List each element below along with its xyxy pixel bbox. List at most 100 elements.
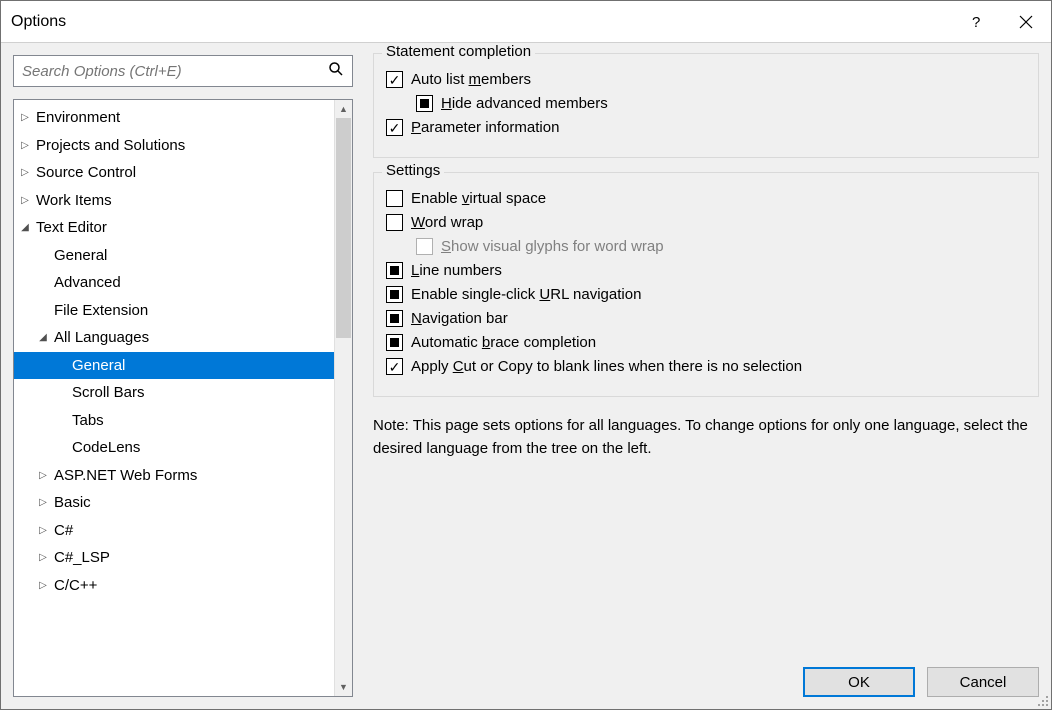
tree-item-label: C#_LSP	[50, 549, 110, 566]
right-panel: Statement completion ✓ Auto list members…	[357, 43, 1051, 709]
checkbox-hide-advanced[interactable]: Hide advanced members	[386, 95, 1026, 112]
chevron-down-icon[interactable]: ◢	[18, 222, 32, 233]
checkbox-label: Hide advanced members	[441, 95, 608, 112]
scroll-up-icon[interactable]: ▲	[335, 100, 352, 118]
cancel-button[interactable]: Cancel	[927, 667, 1039, 697]
tree-item[interactable]: General	[14, 242, 334, 270]
tree-item[interactable]: ▷Projects and Solutions	[14, 132, 334, 160]
tree-item-label: General	[68, 357, 125, 374]
search-input[interactable]	[22, 63, 320, 80]
tree-item-label: C#	[50, 522, 73, 539]
tree-item[interactable]: ▷C#_LSP	[14, 544, 334, 572]
tree-item-label: ASP.NET Web Forms	[50, 467, 197, 484]
checkbox-icon	[416, 95, 433, 112]
tree-item[interactable]: ◢Text Editor	[14, 214, 334, 242]
tree-item[interactable]: CodeLens	[14, 434, 334, 462]
options-tree[interactable]: ▷Environment▷Projects and Solutions▷Sour…	[14, 100, 334, 696]
checkbox-show-glyphs: Show visual glyphs for word wrap	[386, 238, 1026, 255]
checkbox-label: Parameter information	[411, 119, 559, 136]
resize-grip-icon[interactable]	[1035, 693, 1049, 707]
button-bar: OK Cancel	[803, 667, 1039, 697]
tree-item-label: Tabs	[68, 412, 104, 429]
scroll-down-icon[interactable]: ▼	[335, 678, 352, 696]
tree-item[interactable]: ▷Environment	[14, 104, 334, 132]
left-panel: ▷Environment▷Projects and Solutions▷Sour…	[1, 43, 357, 709]
tree-item[interactable]: File Extension	[14, 297, 334, 325]
options-dialog: Options ? ▷Environment▷Projects and Solu…	[0, 0, 1052, 710]
tree-item[interactable]: ▷Work Items	[14, 187, 334, 215]
checkbox-auto-list-members[interactable]: ✓ Auto list members	[386, 71, 1026, 88]
checkbox-label: Word wrap	[411, 214, 483, 231]
checkbox-label: Auto list members	[411, 71, 531, 88]
tree-item-label: General	[50, 247, 107, 264]
chevron-right-icon[interactable]: ▷	[36, 525, 50, 536]
chevron-right-icon[interactable]: ▷	[18, 195, 32, 206]
tree-item[interactable]: General	[14, 352, 334, 380]
chevron-right-icon[interactable]: ▷	[18, 112, 32, 123]
chevron-right-icon[interactable]: ▷	[36, 580, 50, 591]
search-box[interactable]	[13, 55, 353, 87]
dialog-content: ▷Environment▷Projects and Solutions▷Sour…	[1, 43, 1051, 709]
tree-item[interactable]: Scroll Bars	[14, 379, 334, 407]
tree-item-label: Environment	[32, 109, 120, 126]
group-statement-completion: Statement completion ✓ Auto list members…	[373, 53, 1039, 158]
checkbox-icon	[386, 334, 403, 351]
checkbox-parameter-info[interactable]: ✓ Parameter information	[386, 119, 1026, 136]
tree-item[interactable]: ▷Source Control	[14, 159, 334, 187]
tree-item-label: Source Control	[32, 164, 136, 181]
window-title: Options	[11, 13, 66, 31]
tree-item-label: Projects and Solutions	[32, 137, 185, 154]
chevron-right-icon[interactable]: ▷	[18, 140, 32, 151]
chevron-right-icon[interactable]: ▷	[36, 552, 50, 563]
checkbox-icon	[386, 286, 403, 303]
tree-item-label: All Languages	[50, 329, 149, 346]
checkbox-navigation-bar[interactable]: Navigation bar	[386, 310, 1026, 327]
checkbox-virtual-space[interactable]: Enable virtual space	[386, 190, 1026, 207]
group-settings: Settings Enable virtual space Word wrap …	[373, 172, 1039, 397]
checkbox-brace-completion[interactable]: Automatic brace completion	[386, 334, 1026, 351]
chevron-down-icon[interactable]: ◢	[36, 332, 50, 343]
tree-item[interactable]: Advanced	[14, 269, 334, 297]
checkbox-label: Enable virtual space	[411, 190, 546, 207]
checkbox-icon: ✓	[386, 119, 403, 136]
checkbox-icon: ✓	[386, 71, 403, 88]
checkbox-label: Navigation bar	[411, 310, 508, 327]
tree-item-label: C/C++	[50, 577, 97, 594]
tree-item[interactable]: ▷C#	[14, 517, 334, 545]
close-icon	[1018, 14, 1034, 30]
checkbox-label: Apply Cut or Copy to blank lines when th…	[411, 358, 802, 375]
tree-item[interactable]: Tabs	[14, 407, 334, 435]
checkbox-line-numbers[interactable]: Line numbers	[386, 262, 1026, 279]
group-title: Statement completion	[382, 43, 535, 60]
ok-button[interactable]: OK	[803, 667, 915, 697]
tree-item-label: Work Items	[32, 192, 112, 209]
help-icon: ?	[968, 14, 984, 30]
checkbox-icon	[416, 238, 433, 255]
tree-item[interactable]: ▷Basic	[14, 489, 334, 517]
chevron-right-icon[interactable]: ▷	[36, 497, 50, 508]
tree-item-label: CodeLens	[68, 439, 140, 456]
tree-scrollbar[interactable]: ▲ ▼	[334, 100, 352, 696]
checkbox-icon	[386, 190, 403, 207]
checkbox-icon	[386, 214, 403, 231]
titlebar-controls: ?	[951, 1, 1051, 42]
checkbox-url-navigation[interactable]: Enable single-click URL navigation	[386, 286, 1026, 303]
checkbox-apply-cut-copy[interactable]: ✓ Apply Cut or Copy to blank lines when …	[386, 358, 1026, 375]
checkbox-label: Show visual glyphs for word wrap	[441, 238, 664, 255]
tree-item[interactable]: ▷C/C++	[14, 572, 334, 600]
scroll-thumb[interactable]	[336, 118, 351, 338]
chevron-right-icon[interactable]: ▷	[18, 167, 32, 178]
checkbox-word-wrap[interactable]: Word wrap	[386, 214, 1026, 231]
tree-item[interactable]: ▷ASP.NET Web Forms	[14, 462, 334, 490]
checkbox-icon: ✓	[386, 358, 403, 375]
tree-container: ▷Environment▷Projects and Solutions▷Sour…	[13, 99, 353, 697]
tree-item[interactable]: ◢All Languages	[14, 324, 334, 352]
tree-item-label: File Extension	[50, 302, 148, 319]
checkbox-label: Line numbers	[411, 262, 502, 279]
chevron-right-icon[interactable]: ▷	[36, 470, 50, 481]
titlebar: Options ?	[1, 1, 1051, 43]
checkbox-icon	[386, 262, 403, 279]
help-button[interactable]: ?	[951, 1, 1001, 42]
svg-text:?: ?	[972, 14, 980, 30]
close-button[interactable]	[1001, 1, 1051, 42]
